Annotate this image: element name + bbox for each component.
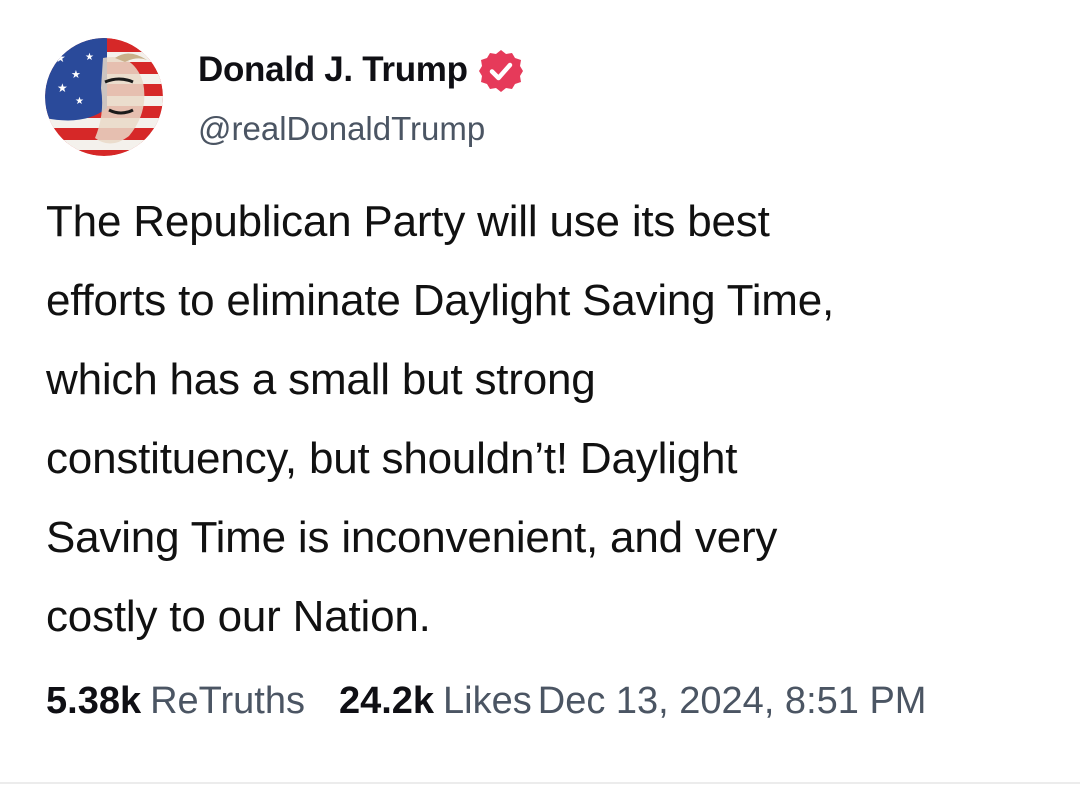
svg-text:★: ★ xyxy=(55,51,66,65)
author-handle[interactable]: @realDonaldTrump xyxy=(198,110,485,148)
avatar[interactable]: ★ ★ ★ ★ ★ xyxy=(45,38,163,156)
author-name-text[interactable]: Donald J. Trump xyxy=(198,50,468,90)
author-name[interactable]: Donald J. Trump xyxy=(198,46,524,94)
post-stats: 5.38k ReTruths 24.2k Likes Dec 13, 2024,… xyxy=(46,680,926,730)
svg-text:★: ★ xyxy=(57,81,68,95)
post-line: The Republican Party will use its best xyxy=(46,197,770,246)
svg-text:★: ★ xyxy=(71,68,81,81)
divider xyxy=(0,782,1080,784)
retruths-count[interactable]: 5.38k xyxy=(46,680,141,723)
post-timestamp[interactable]: Dec 13, 2024, 8:51 PM xyxy=(538,680,927,723)
post-line: efforts to eliminate Daylight Saving Tim… xyxy=(46,276,835,325)
avatar-image: ★ ★ ★ ★ ★ xyxy=(45,38,163,156)
post-line: constituency, but shouldn’t! Daylight xyxy=(46,434,738,483)
post-body: The Republican Party will use its best e… xyxy=(46,182,1046,656)
post-card: ★ ★ ★ ★ ★ Donald J. Trump @realDonaldTru… xyxy=(0,0,1080,789)
post-line: costly to our Nation. xyxy=(46,592,431,641)
svg-text:★: ★ xyxy=(85,52,94,63)
post-line: Saving Time is inconvenient, and very xyxy=(46,513,778,562)
verified-badge-icon xyxy=(478,48,524,94)
retruths-label[interactable]: ReTruths xyxy=(150,680,305,723)
post-line: which has a small but strong xyxy=(46,355,596,404)
likes-label[interactable]: Likes xyxy=(443,680,532,723)
likes-count[interactable]: 24.2k xyxy=(339,680,434,723)
svg-text:★: ★ xyxy=(75,96,84,107)
